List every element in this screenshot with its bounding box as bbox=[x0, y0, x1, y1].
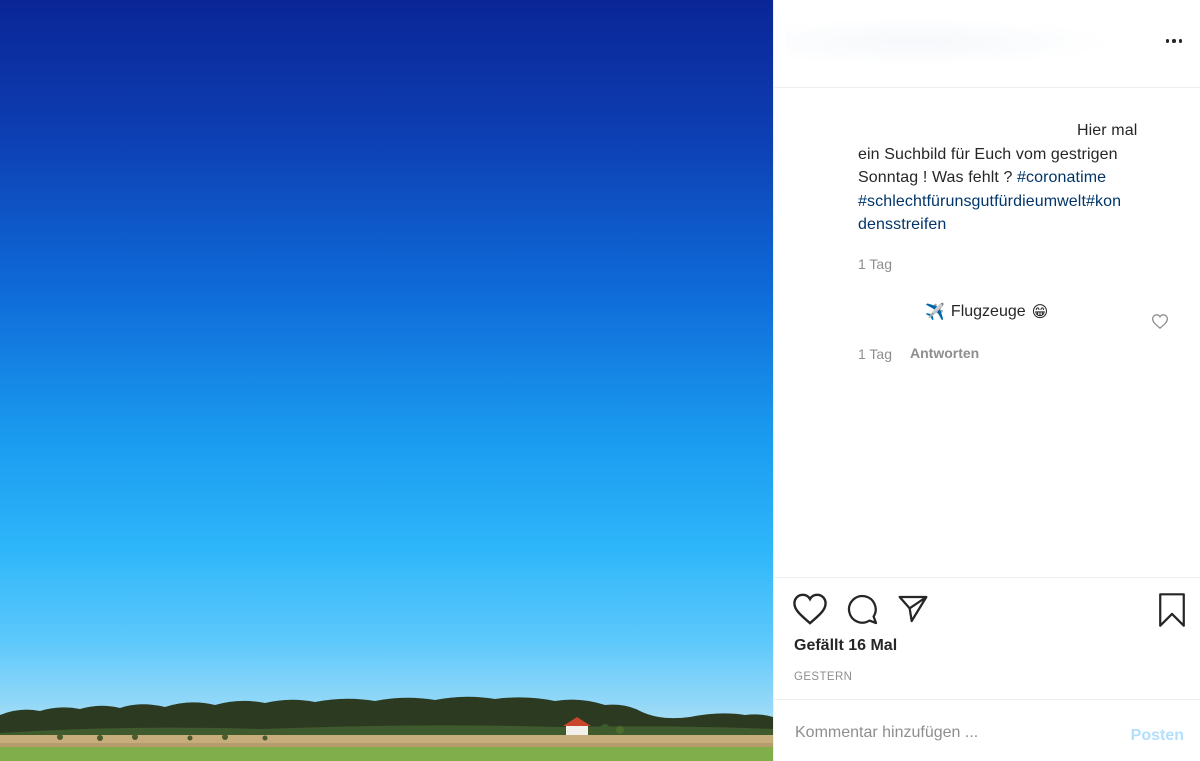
post-caption: Hier mal ein Suchbild für Euch vom gestr… bbox=[858, 119, 1158, 237]
bookmark-icon[interactable] bbox=[1156, 593, 1188, 627]
comment-bar: Posten bbox=[773, 699, 1200, 761]
caption-time[interactable]: 1 Tag bbox=[858, 256, 892, 272]
more-options-icon bbox=[1165, 39, 1170, 43]
post-header bbox=[774, 0, 1200, 88]
comment: ✈️ Flugzeuge 😁 bbox=[925, 302, 1048, 322]
comment-icon[interactable] bbox=[845, 593, 879, 625]
share-icon[interactable] bbox=[897, 593, 929, 625]
blurred-username bbox=[786, 18, 1116, 66]
caption-line-2: ein Suchbild für Euch vom gestrigen bbox=[858, 145, 1118, 163]
caption-line-1: Hier mal bbox=[1077, 122, 1138, 139]
heart-icon[interactable] bbox=[793, 593, 827, 625]
comment-time[interactable]: 1 Tag bbox=[858, 346, 892, 362]
post-date[interactable]: GESTERN bbox=[794, 671, 852, 683]
comment-text: Flugzeuge bbox=[950, 303, 1026, 320]
hashtag-coronatime[interactable]: #coronatime bbox=[1017, 169, 1106, 186]
post-button[interactable]: Posten bbox=[1131, 727, 1184, 745]
comment-like-heart-icon[interactable] bbox=[1152, 314, 1168, 329]
airplane-emoji: ✈️ bbox=[925, 304, 945, 321]
comment-input[interactable] bbox=[793, 720, 1117, 746]
grin-emoji: 😁 bbox=[1031, 304, 1049, 321]
hashtag-schlechtfuerunsgutfuerdieumwelt[interactable]: #schlechtfürunsgutfürdieumwelt bbox=[858, 193, 1086, 210]
landscape-horizon bbox=[0, 696, 773, 761]
actions-divider bbox=[773, 577, 1200, 579]
likes-count[interactable]: Gefällt 16 Mal bbox=[794, 637, 897, 655]
more-options-button[interactable] bbox=[1161, 28, 1187, 54]
reply-button[interactable]: Antworten bbox=[910, 345, 979, 361]
post-photo[interactable] bbox=[0, 0, 773, 761]
caption-line-3: Sonntag ! Was fehlt ? bbox=[858, 169, 1018, 186]
